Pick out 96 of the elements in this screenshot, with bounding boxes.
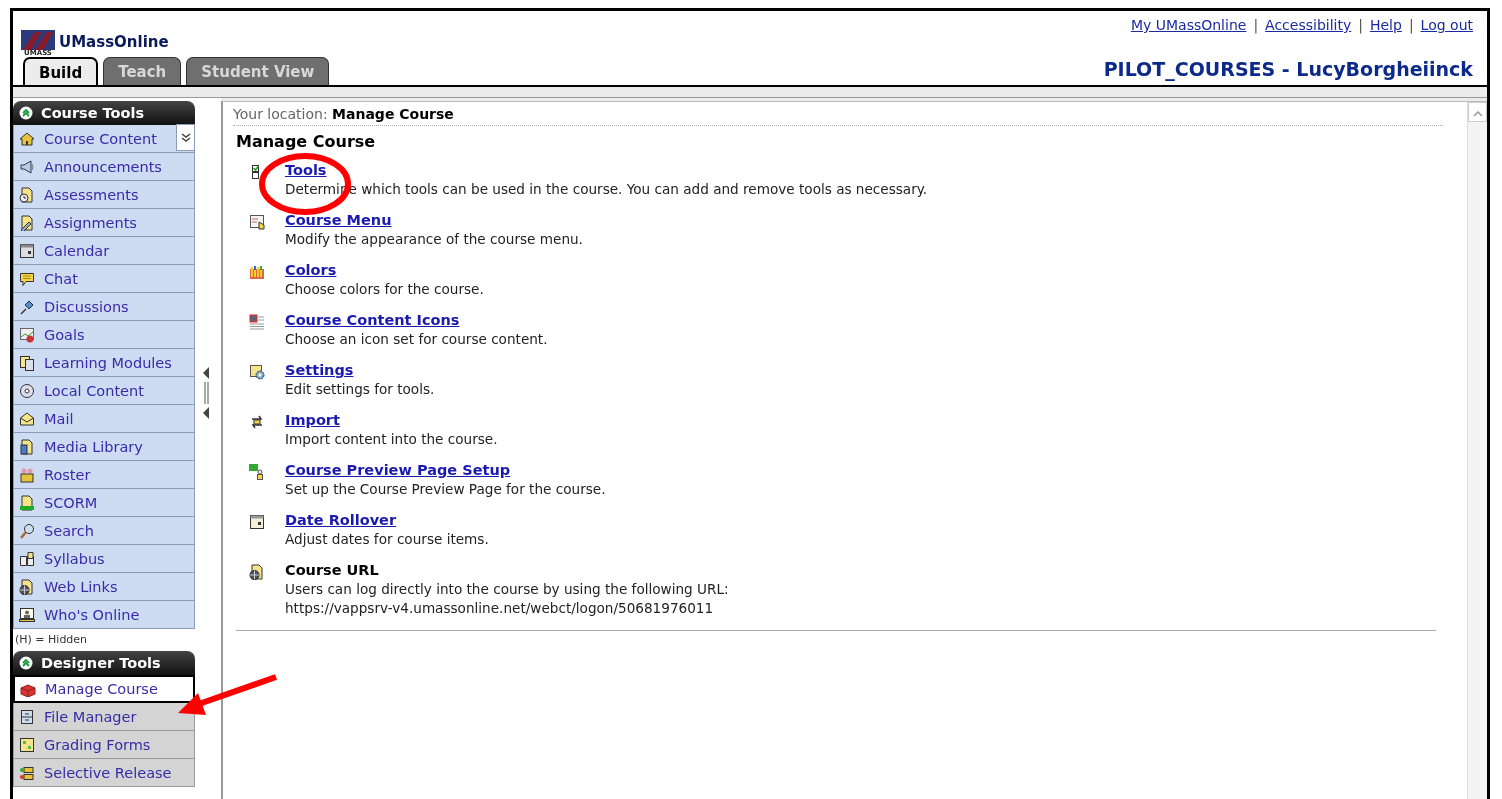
link-separator: | bbox=[1408, 17, 1414, 36]
sidebar-item[interactable]: Web Links bbox=[13, 573, 195, 601]
link-separator: | bbox=[1358, 17, 1363, 36]
sidebar-item[interactable]: Course Content bbox=[13, 125, 195, 153]
item-description: Choose an icon set for course content. bbox=[285, 330, 548, 349]
tool-link[interactable]: Course Content Icons bbox=[285, 312, 460, 328]
item-description: Users can log directly into the course by using the following URL: bbox=[285, 580, 729, 599]
link-separator: | bbox=[1253, 17, 1259, 36]
splitter-handle-icon bbox=[203, 382, 209, 404]
sidebar-item[interactable]: Media Library bbox=[13, 433, 195, 461]
cabinet-icon bbox=[19, 708, 35, 725]
scorm-document-icon bbox=[19, 494, 35, 511]
sidebar-item[interactable]: Roster bbox=[13, 461, 195, 489]
tool-link[interactable]: Tools bbox=[285, 162, 327, 178]
item-description: Adjust dates for course items. bbox=[285, 530, 489, 549]
toolbox-icon bbox=[20, 681, 36, 697]
logo-text: UMassOnline bbox=[59, 33, 169, 51]
course-title: PILOT_COURSES - LucyBorgheiinck bbox=[1103, 58, 1473, 80]
header-link[interactable]: Accessibility bbox=[1265, 17, 1352, 57]
page-heading: Manage Course bbox=[236, 132, 377, 151]
icon-set-icon bbox=[249, 314, 265, 330]
tool-link[interactable]: Import bbox=[285, 412, 340, 428]
megaphone-icon bbox=[19, 158, 35, 175]
scrollbar[interactable] bbox=[1467, 102, 1487, 799]
release-icon bbox=[19, 764, 35, 781]
sidebar-item[interactable]: Mail bbox=[13, 405, 195, 433]
sidebar-item[interactable]: Selective Release bbox=[13, 759, 195, 787]
sidebar-item[interactable]: Goals bbox=[13, 321, 195, 349]
sidebar-item[interactable]: File Manager bbox=[13, 703, 195, 731]
calendar-icon bbox=[19, 242, 35, 259]
course-url: https://vappsrv-v4.umassonline.net/webct/logon/50681976011 bbox=[285, 599, 715, 618]
crayons-icon bbox=[249, 264, 265, 280]
envelope-icon bbox=[19, 410, 35, 427]
sidebar-item[interactable]: Local Content bbox=[13, 377, 195, 405]
sidebar-item[interactable]: Calendar bbox=[13, 237, 195, 265]
section-header[interactable]: Course Tools bbox=[13, 101, 195, 125]
tool-link[interactable]: Course Menu bbox=[285, 212, 392, 228]
home-icon bbox=[19, 130, 35, 147]
collapse-arrow-icon bbox=[203, 407, 209, 419]
exchange-arrows-icon bbox=[249, 414, 265, 430]
collapse-arrow-icon bbox=[203, 367, 209, 379]
clock-document-icon bbox=[19, 186, 35, 203]
location-value: Manage Course bbox=[332, 106, 454, 122]
documents-icon bbox=[19, 354, 35, 371]
book-icon bbox=[19, 550, 35, 567]
tool-link[interactable]: Colors bbox=[285, 262, 337, 278]
preview-person-icon bbox=[249, 464, 265, 480]
dropdown-button[interactable] bbox=[176, 124, 195, 151]
item-description: Import content into the course. bbox=[285, 430, 498, 449]
hidden-legend: (H) = Hidden bbox=[13, 629, 195, 651]
grid-icon bbox=[19, 736, 35, 753]
tab[interactable]: Teach bbox=[103, 57, 182, 85]
item-title: Course URL bbox=[285, 561, 380, 580]
sidebar-item[interactable]: Assessments bbox=[13, 181, 195, 209]
sidebar-item[interactable]: Learning Modules bbox=[13, 349, 195, 377]
search-icon bbox=[19, 522, 35, 539]
globe-document-icon bbox=[249, 564, 265, 580]
item-description: Choose colors for the course. bbox=[285, 280, 484, 299]
sidebar-item[interactable]: Assignments bbox=[13, 209, 195, 237]
location-label: Your location: bbox=[233, 106, 328, 122]
apple-chart-icon bbox=[19, 326, 35, 343]
sidebar-item[interactable]: Search bbox=[13, 517, 195, 545]
pen-document-icon bbox=[19, 214, 35, 231]
tool-link[interactable]: Course Preview Page Setup bbox=[285, 462, 511, 478]
people-icon bbox=[19, 466, 35, 483]
tool-link[interactable]: Date Rollover bbox=[285, 512, 397, 528]
double-chevron-icon bbox=[179, 132, 192, 143]
sidebar-item[interactable]: Chat bbox=[13, 265, 195, 293]
sidebar-item[interactable]: Manage Course bbox=[13, 675, 195, 703]
calendar-icon bbox=[249, 514, 265, 530]
umass-logo-icon bbox=[21, 30, 55, 50]
tab[interactable]: Student View bbox=[186, 57, 330, 85]
header-link[interactable]: Help bbox=[1369, 17, 1402, 57]
item-description: Modify the appearance of the course menu. bbox=[285, 230, 583, 249]
globe-document-icon bbox=[19, 578, 35, 595]
sidebar-item[interactable]: Syllabus bbox=[13, 545, 195, 573]
disc-icon bbox=[19, 382, 35, 399]
section-header[interactable]: Designer Tools bbox=[13, 651, 195, 675]
item-description: Set up the Course Preview Page for the course. bbox=[285, 480, 606, 499]
pushpin-icon bbox=[19, 298, 35, 315]
header-link[interactable]: Log out bbox=[1420, 17, 1473, 57]
header-link[interactable]: My UMassOnline bbox=[1130, 17, 1247, 57]
tab[interactable]: Build bbox=[23, 57, 99, 85]
sidebar-item[interactable]: Grading Forms bbox=[13, 731, 195, 759]
monitor-person-icon bbox=[19, 606, 35, 623]
sidebar-item[interactable]: SCORM bbox=[13, 489, 195, 517]
scroll-up-icon bbox=[1472, 109, 1483, 118]
menu-pointer-icon bbox=[249, 214, 265, 230]
sidebar-item[interactable]: Who's Online bbox=[13, 601, 195, 629]
sidebar-item[interactable]: Announcements bbox=[13, 153, 195, 181]
tool-link[interactable]: Settings bbox=[285, 362, 354, 378]
media-document-icon bbox=[19, 438, 35, 455]
sidebar-item[interactable]: Discussions bbox=[13, 293, 195, 321]
speech-bubble-icon bbox=[19, 270, 35, 287]
gear-icon bbox=[249, 364, 265, 380]
item-description: Edit settings for tools. bbox=[285, 380, 435, 399]
